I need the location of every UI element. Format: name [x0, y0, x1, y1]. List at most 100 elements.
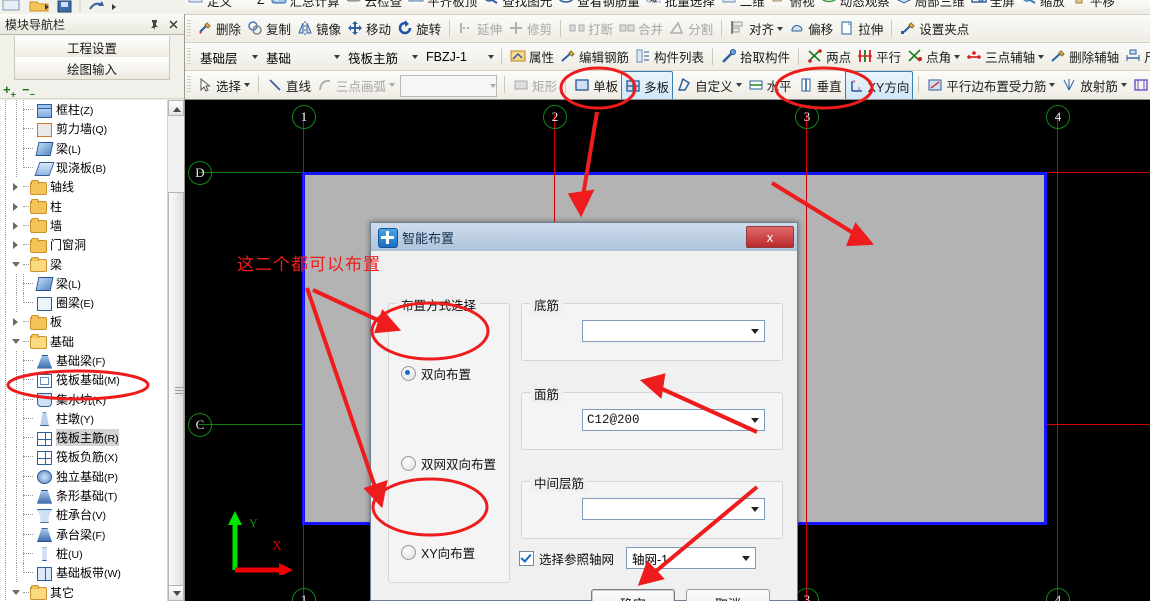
tree-item-现浇板[interactable]: 现浇板(B)	[0, 158, 168, 178]
toolbar-button-自定义[interactable]: 自定义	[673, 71, 745, 99]
toolbar-button-矩形[interactable]: 矩形	[510, 71, 560, 99]
arc-option-combo[interactable]	[400, 75, 498, 97]
expand-arrow-icon[interactable]	[11, 197, 23, 216]
chevron-down-icon[interactable]	[746, 321, 764, 341]
radio-xy-direction[interactable]: XY向布置	[401, 543, 475, 562]
chevron-down-icon[interactable]	[737, 555, 755, 561]
toolbar-button-局部三维[interactable]: 局部三维	[893, 0, 968, 10]
context-combo-3[interactable]: FBZJ-1	[422, 47, 494, 67]
tree-item-承台梁[interactable]: 承台梁(F)	[0, 524, 168, 544]
expand-arrow-icon[interactable]	[11, 177, 23, 196]
scroll-down-icon[interactable]	[168, 585, 184, 601]
expand-arrow-icon[interactable]	[11, 312, 23, 331]
toolbar-button-动态观察[interactable]: 动态观察	[818, 0, 893, 10]
toolbar-button-俯视[interactable]: 俯视	[768, 0, 818, 10]
chevron-down-icon[interactable]	[334, 55, 340, 59]
axis-bubble-D[interactable]: D	[188, 161, 212, 185]
axis-bubble-3[interactable]: 3	[795, 588, 819, 601]
toolbar-button-直线[interactable]: 直线	[264, 71, 314, 99]
pin-icon[interactable]	[146, 16, 163, 33]
axis-bubble-1[interactable]: 1	[292, 588, 316, 601]
toolbar-button-查找图元[interactable]: 查找图元	[480, 0, 555, 10]
toolbar-button-平行[interactable]: 平行	[854, 43, 904, 70]
nav-button-project-settings[interactable]: 工程设置	[14, 36, 170, 59]
axis-bubble-1[interactable]: 1	[292, 105, 316, 129]
tree-item-框柱[interactable]: 框柱(Z)	[0, 100, 168, 120]
component-tree[interactable]: 框柱(Z) 剪力墙(Q) 梁(L) 现浇板(B) 轴线柱墙门窗洞梁梁(L) 圈梁(E) 板基…	[0, 100, 184, 601]
axis-bubble-C[interactable]: C	[188, 413, 212, 437]
toolbar-button-两点[interactable]: 两点	[804, 43, 854, 70]
tree-item-梁[interactable]: 梁	[0, 254, 168, 274]
toolbar-grip[interactable]	[187, 48, 191, 66]
toolbar-button-打断[interactable]: 打断	[566, 15, 616, 42]
tree-item-梁[interactable]: 梁(L)	[0, 273, 168, 293]
chevron-down-icon[interactable]	[1038, 54, 1045, 59]
expand-all-icon[interactable]: ++	[3, 82, 16, 100]
context-combo-0[interactable]: 基础层	[196, 47, 258, 67]
toolbar-button-单板[interactable]: 单板	[571, 71, 621, 99]
toolbar-button-XY方向[interactable]: x y XY方向	[844, 71, 914, 99]
axis-bubble-2[interactable]: 2	[543, 105, 567, 129]
toolbar-grip[interactable]	[187, 76, 191, 94]
chevron-down-icon[interactable]	[488, 55, 494, 59]
toolbar-button-选择[interactable]: 选择	[194, 71, 253, 99]
bottom-rebar-select[interactable]	[582, 320, 765, 342]
expand-arrow-icon[interactable]	[11, 235, 23, 254]
toolbar-button-编辑钢筋[interactable]: 编辑钢筋	[557, 43, 632, 70]
chevron-down-icon[interactable]	[389, 83, 396, 87]
collapse-arrow-icon[interactable]	[11, 583, 23, 601]
dialog-close-button[interactable]: x	[746, 226, 794, 248]
toolbar-button-合并[interactable]: 合并	[616, 15, 666, 42]
toolbar-button-设置夹点[interactable]: 设置夹点	[897, 15, 972, 42]
radio-double-net-bidirectional[interactable]: 双网双向布置	[401, 454, 496, 473]
toolbar-button-全屏[interactable]: 全屏	[968, 0, 1018, 10]
tree-item-梁[interactable]: 梁(L)	[0, 138, 168, 158]
toolbar-button-删除[interactable]: 删除	[194, 15, 244, 42]
axis-bubble-3[interactable]: 3	[795, 105, 819, 129]
toolbar-button-构件列表[interactable]: 构件列表	[632, 43, 707, 70]
nav-button-drawing-input[interactable]: 绘图输入	[14, 57, 170, 80]
middle-layer-select[interactable]	[582, 498, 765, 520]
toolbar-button-缩放[interactable]: 缩放	[1018, 0, 1068, 10]
tree-item-门窗洞[interactable]: 门窗洞	[0, 235, 168, 255]
toolbar-button-旋转[interactable]: 旋转	[394, 15, 444, 42]
toolbar-button-移动[interactable]: 移动	[344, 15, 394, 42]
expand-arrow-icon[interactable]	[11, 216, 23, 235]
collapse-arrow-icon[interactable]	[11, 332, 23, 351]
toolbar-button-分割[interactable]: 分割	[666, 15, 716, 42]
toolbar-button-汇总计算[interactable]: 汇总计算	[268, 0, 343, 10]
tree-item-基础梁[interactable]: 基础梁(F)	[0, 351, 168, 370]
tree-item-剪力墙[interactable]: 剪力墙(Q)	[0, 119, 168, 139]
radio-bidirectional[interactable]: 双向布置	[401, 364, 471, 383]
tree-item-柱[interactable]: 柱	[0, 196, 168, 216]
axis-bubble-4[interactable]: 4	[1046, 105, 1070, 129]
toolbar-button-三点画弧[interactable]: 三点画弧	[314, 71, 398, 99]
tree-item-柱墩[interactable]: 柱墩(Y)	[0, 408, 168, 428]
collapse-arrow-icon[interactable]	[11, 255, 23, 274]
chevron-down-icon[interactable]	[412, 55, 418, 59]
chevron-down-icon[interactable]	[954, 54, 961, 59]
toolbar-button-自动配筋[interactable]: 自动配筋	[1130, 71, 1150, 99]
tree-item-独立基础[interactable]: 独立基础(P)	[0, 466, 168, 486]
toolbar-button-三点辅轴[interactable]: 三点辅轴	[963, 43, 1047, 70]
toolbar-button-复制[interactable]: 复制	[244, 15, 294, 42]
toolbar-button-平移[interactable]: 平移	[1068, 0, 1118, 10]
tree-item-集水坑[interactable]: 集水坑(K)	[0, 389, 168, 409]
axis-grid-select[interactable]: 轴网-1	[626, 547, 757, 569]
tree-item-基础板带[interactable]: 基础板带(W)	[0, 563, 168, 583]
chevron-down-icon[interactable]	[1049, 83, 1056, 87]
tree-item-基础[interactable]: 基础	[0, 331, 168, 351]
scrollbar-thumb[interactable]	[168, 192, 184, 590]
toolbar-button-放射筋[interactable]: 放射筋	[1058, 71, 1130, 99]
close-icon[interactable]	[165, 16, 182, 33]
toolbar-button-尺寸标注[interactable]: 尺寸标注	[1122, 43, 1150, 70]
chevron-down-icon[interactable]	[1120, 83, 1127, 87]
tree-item-筏板基础[interactable]: 筏板基础(M)	[0, 370, 168, 390]
collapse-all-icon[interactable]: −−	[22, 82, 35, 100]
tree-item-圈梁[interactable]: 圈梁(E)	[0, 293, 168, 313]
chevron-down-icon[interactable]	[777, 26, 784, 31]
axis-bubble-4[interactable]: 4	[1046, 588, 1070, 601]
toolbar-button-平行边布置受力筋[interactable]: 平行边布置受力筋	[924, 71, 1058, 99]
toolbar-button-垂直[interactable]: 垂直	[795, 71, 845, 99]
chevron-down-icon[interactable]	[252, 55, 258, 59]
